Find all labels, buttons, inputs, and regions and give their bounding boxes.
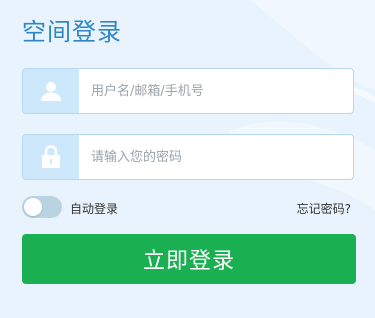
username-field[interactable]: [22, 68, 354, 114]
auto-login-label: 自动登录: [70, 202, 119, 216]
auto-login-toggle[interactable]: [22, 196, 62, 218]
user-icon: [41, 82, 61, 101]
password-field[interactable]: [22, 134, 354, 180]
login-button[interactable]: 立即登录: [22, 234, 356, 284]
password-icon-box: [23, 135, 79, 179]
lock-icon: [42, 145, 60, 168]
username-input[interactable]: [79, 69, 353, 113]
forgot-password-link[interactable]: 忘记密码?: [297, 200, 351, 217]
toggle-knob: [24, 198, 42, 216]
username-icon-box: [23, 69, 79, 113]
password-input[interactable]: [79, 135, 353, 179]
page-title: 空间登录: [22, 18, 122, 46]
